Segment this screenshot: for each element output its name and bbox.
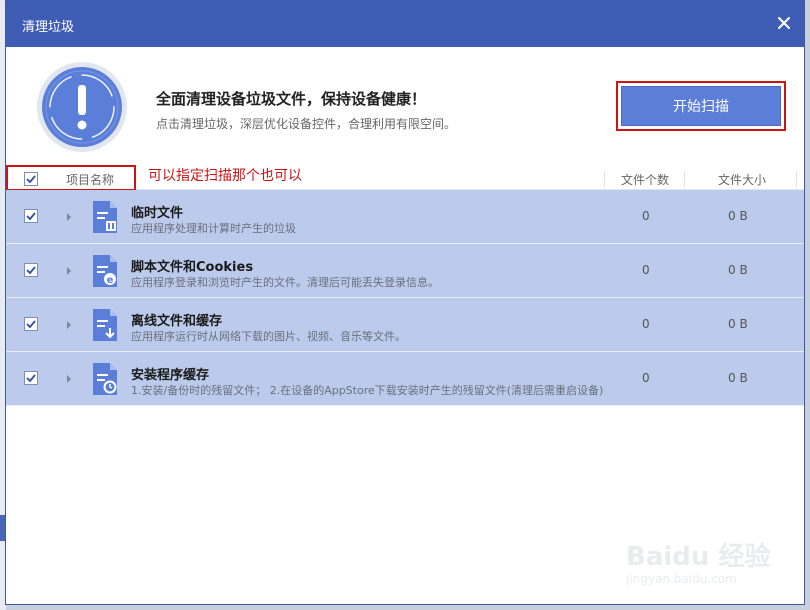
close-icon[interactable] — [774, 13, 794, 33]
item-file-count: 0 — [642, 371, 650, 385]
checkmark-icon — [26, 212, 36, 221]
scan-button-highlight: 开始扫描 — [616, 81, 786, 131]
expand-arrow-icon[interactable] — [64, 264, 74, 278]
script-file-icon: e — [93, 255, 117, 287]
item-description: 应用程序处理和计算时产生的垃圾 — [131, 222, 296, 235]
expand-arrow-icon[interactable] — [64, 210, 74, 224]
svg-text:e: e — [107, 275, 114, 286]
column-name-label: 项目名称 — [66, 173, 115, 187]
item-checkbox[interactable] — [24, 263, 38, 277]
info-header: 全面清理设备垃圾文件，保持设备健康！ 点击清理垃圾，深层优化设备控件，合理利用有… — [6, 47, 804, 167]
item-file-size: 0 B — [728, 263, 748, 277]
column-divider — [684, 170, 685, 187]
column-header: 项目名称 可以指定扫描那个也可以 文件个数 文件大小 — [6, 165, 804, 191]
item-checkbox[interactable] — [24, 209, 38, 223]
column-divider — [604, 170, 605, 187]
column-count-label: 文件个数 — [621, 173, 670, 187]
item-title: 脚本文件和Cookies — [131, 260, 254, 275]
baidu-watermark: Baidu 经验 jingyan.baidu.com — [626, 536, 796, 596]
headline: 全面清理设备垃圾文件，保持设备健康！ — [156, 90, 427, 108]
item-checkbox[interactable] — [24, 371, 38, 385]
checkmark-icon — [26, 266, 36, 275]
item-file-count: 0 — [642, 209, 650, 223]
clean-junk-dialog: 清理垃圾 全面清理设备垃圾文件，保持设备健康！ 点击清理垃圾，深层优化设备控件，… — [5, 0, 805, 605]
item-file-count: 0 — [642, 317, 650, 331]
item-checkbox[interactable] — [24, 317, 38, 331]
warning-icon — [37, 62, 127, 152]
item-title: 安装程序缓存 — [131, 368, 210, 383]
checkmark-icon — [26, 175, 36, 184]
item-file-size: 0 B — [728, 317, 748, 331]
list-item[interactable]: 安装程序缓存 1.安装/备份时的残留文件； 2.在设备的AppStore下载安装… — [6, 352, 804, 406]
watermark-main-text: Baidu 经验 — [626, 542, 771, 572]
cache-file-icon — [93, 309, 117, 341]
checkmark-icon — [26, 320, 36, 329]
select-all-checkbox[interactable] — [24, 172, 38, 186]
junk-item-list: 临时文件 应用程序处理和计算时产生的垃圾 0 0 B e 脚本文件和Cookie… — [6, 190, 804, 406]
temp-file-icon — [93, 201, 117, 233]
column-size-label: 文件大小 — [718, 173, 767, 187]
item-file-size: 0 B — [728, 371, 748, 385]
item-title: 离线文件和缓存 — [131, 314, 223, 329]
watermark-sub-text: jingyan.baidu.com — [626, 572, 737, 586]
item-title: 临时文件 — [131, 206, 184, 221]
expand-arrow-icon[interactable] — [64, 318, 74, 332]
item-file-count: 0 — [642, 263, 650, 277]
column-divider — [796, 170, 797, 187]
subline: 点击清理垃圾，深层优化设备控件，合理利用有限空间。 — [156, 117, 457, 131]
window-title: 清理垃圾 — [22, 20, 75, 35]
list-item[interactable]: 临时文件 应用程序处理和计算时产生的垃圾 0 0 B — [6, 190, 804, 244]
installer-cache-icon — [93, 363, 117, 395]
item-file-size: 0 B — [728, 209, 748, 223]
title-bar: 清理垃圾 — [6, 1, 804, 47]
item-description: 应用程序运行时从网络下载的图片、视频、音乐等文件。 — [131, 330, 406, 343]
item-description: 应用程序登录和浏览时产生的文件。清理后可能丢失登录信息。 — [131, 276, 439, 289]
list-item[interactable]: 离线文件和缓存 应用程序运行时从网络下载的图片、视频、音乐等文件。 0 0 B — [6, 298, 804, 352]
expand-arrow-icon[interactable] — [64, 372, 74, 386]
start-scan-button[interactable]: 开始扫描 — [621, 86, 781, 126]
annotation-text: 可以指定扫描那个也可以 — [148, 168, 302, 184]
checkmark-icon — [26, 374, 36, 383]
item-description: 1.安装/备份时的残留文件； 2.在设备的AppStore下载安装时产生的残留文… — [131, 384, 604, 397]
list-item[interactable]: e 脚本文件和Cookies 应用程序登录和浏览时产生的文件。清理后可能丢失登录… — [6, 244, 804, 298]
